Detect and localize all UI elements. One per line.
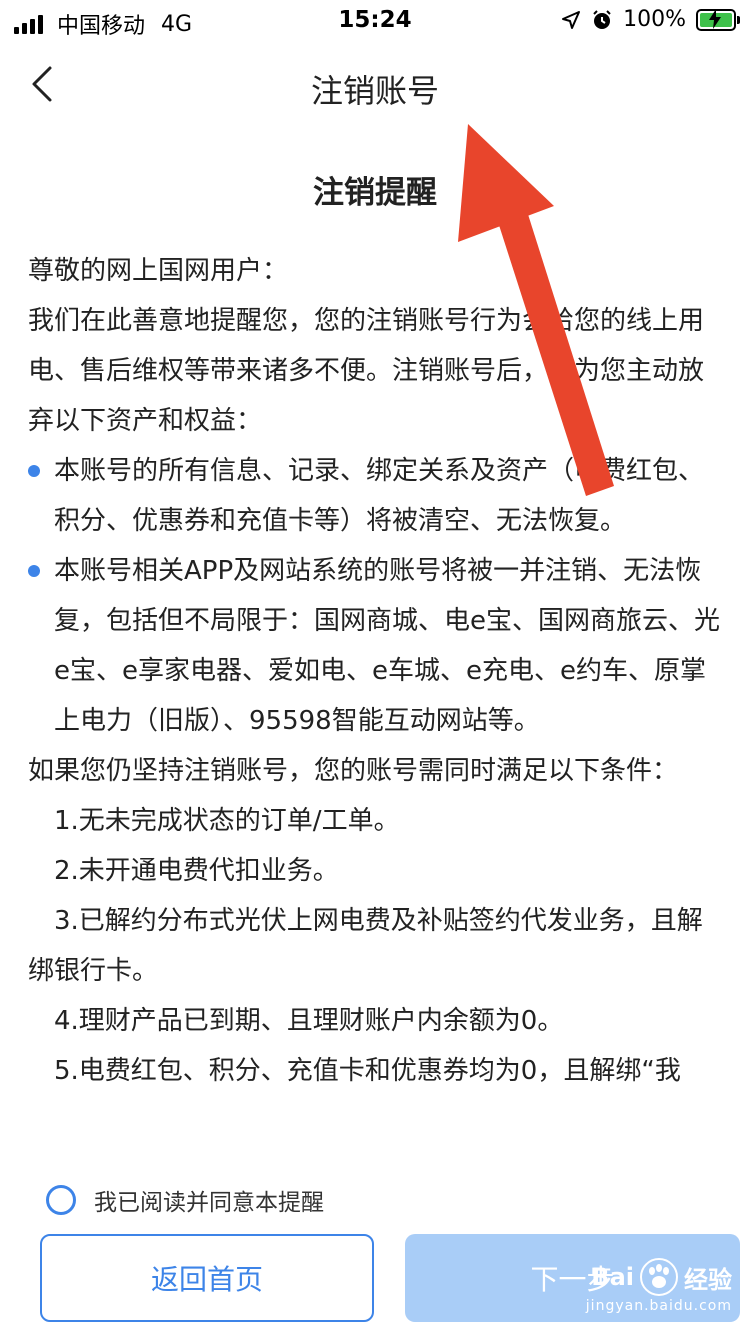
bullet-item: 本账号的所有信息、记录、绑定关系及资产（电费红包、积分、优惠券和充值卡等）将被清… (28, 446, 728, 546)
watermark-bai: Bai (591, 1263, 634, 1291)
watermark-site: jingyan.baidu.com (585, 1298, 732, 1314)
bullet-item: 本账号相关APP及网站系统的账号将被一并注销、无法恢复，包括但不局限于：国网商城… (28, 546, 728, 746)
condition-item: 1.无未完成状态的订单/工单。 (54, 806, 400, 836)
page-title: 注销账号 (310, 72, 439, 110)
intro-text: 我们在此善意地提醒您，您的注销账号行为会给您的线上用电、售后维权等带来诸多不便。… (28, 306, 705, 436)
notice-body: 尊敬的网上国网用户： 我们在此善意地提醒您，您的注销账号行为会给您的线上用电、售… (28, 246, 728, 1096)
bullet-text: 本账号相关APP及网站系统的账号将被一并注销、无法恢复，包括但不局限于：国网商城… (54, 556, 720, 736)
agree-label: 我已阅读并同意本提醒 (94, 1190, 324, 1216)
alarm-icon (593, 9, 611, 29)
condition-item: 5.电费红包、积分、充值卡和优惠券均为0，且解绑“我 (54, 1056, 681, 1086)
status-bar: 中国移动 4G 15:24 100% (0, 0, 750, 44)
condition-item: 2.未开通电费代扣业务。 (54, 856, 339, 886)
battery-percent: 100% (623, 7, 686, 32)
condition-item: 4.理财产品已到期、且理财账户内余额为0。 (54, 1006, 564, 1036)
location-arrow-icon (562, 10, 581, 29)
radio-circle-icon[interactable] (46, 1185, 76, 1215)
bullet-dot-icon (28, 465, 40, 477)
baidu-jingyan-watermark: Bai 经验 jingyan.baidu.com (586, 1258, 732, 1314)
conditions-intro: 如果您仍坚持注销账号，您的账号需同时满足以下条件： (28, 756, 679, 786)
watermark-brand: Bai 经验 (591, 1258, 732, 1296)
bullet-text: 本账号的所有信息、记录、绑定关系及资产（电费红包、积分、优惠券和充值卡等）将被清… (54, 456, 705, 536)
greeting-text: 尊敬的网上国网用户： (28, 256, 289, 286)
bullet-dot-icon (28, 565, 40, 577)
condition-text: 3.已解约分布式光伏上网电费及补贴签约代发业务，且解绑银行卡。 (28, 906, 703, 986)
notice-content[interactable]: 注销提醒 尊敬的网上国网用户： 我们在此善意地提醒您，您的注销账号行为会给您的线… (0, 124, 750, 1174)
nav-bar: 注销账号 (0, 44, 750, 124)
notice-heading: 注销提醒 (313, 175, 437, 211)
back-home-button[interactable]: 返回首页 (40, 1234, 374, 1322)
battery-icon (696, 8, 740, 31)
paw-logo-icon (640, 1258, 678, 1296)
agree-checkbox[interactable]: 我已阅读并同意本提醒 (46, 1180, 324, 1220)
watermark-jingyan: 经验 (684, 1265, 732, 1294)
condition-item: 3.已解约分布式光伏上网电费及补贴签约代发业务，且解绑银行卡。 (28, 896, 728, 996)
status-right: 100% (561, 7, 740, 32)
